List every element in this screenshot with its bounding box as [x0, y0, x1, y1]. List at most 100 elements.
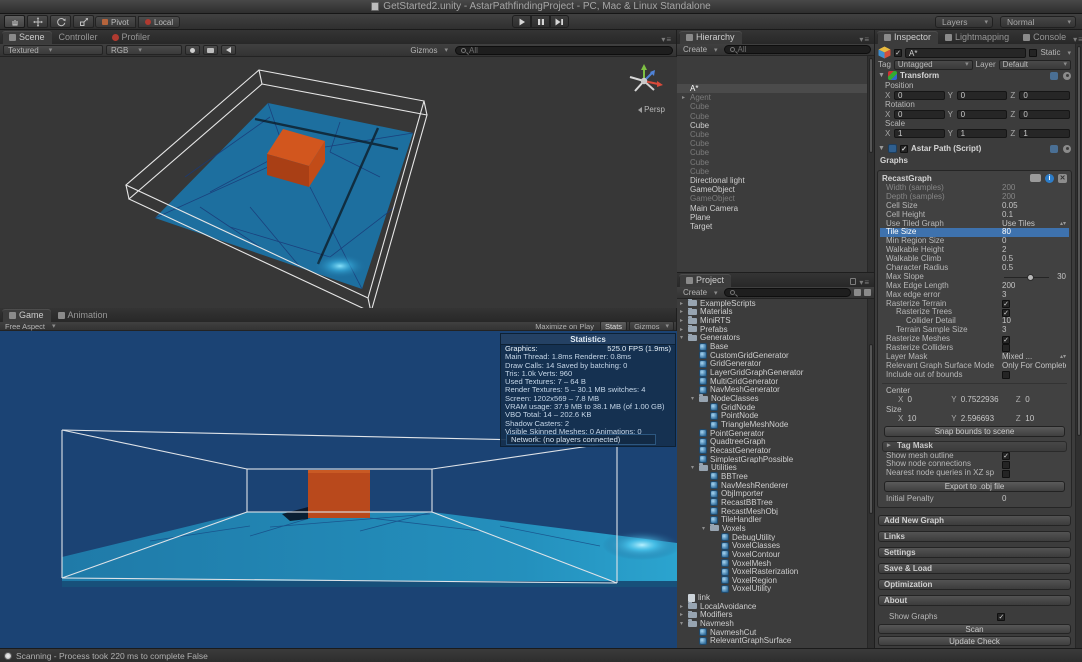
hierarchy-item-cube[interactable]: Cube	[677, 112, 867, 121]
scrollbar-thumb[interactable]	[869, 58, 873, 153]
scale-z-field[interactable]: 1	[1019, 129, 1070, 138]
project-item-gridgenerator[interactable]: GridGenerator	[677, 360, 867, 369]
checkbox[interactable]: ✓	[1002, 300, 1010, 308]
hierarchy-item-cube[interactable]: Cube	[677, 148, 867, 157]
checkbox[interactable]: ✓	[1002, 452, 1010, 460]
field-layer-mask[interactable]: Layer MaskMixed ...▴▾	[880, 353, 1069, 362]
checkbox[interactable]	[1002, 344, 1010, 352]
hierarchy-item-cube[interactable]: Cube	[677, 167, 867, 176]
project-item-minirts[interactable]: ▸MiniRTS	[677, 316, 867, 325]
projection-mode-label[interactable]: Persp	[638, 105, 665, 114]
field-collider-detail[interactable]: Collider Detail10	[880, 317, 1069, 326]
tab-inspector[interactable]: Inspector	[877, 31, 938, 44]
scale-y-field[interactable]: 1	[957, 129, 1008, 138]
foldout-icon[interactable]: ▼	[878, 145, 885, 152]
field-cell-height[interactable]: Cell Height0.1	[880, 211, 1069, 220]
field-rasterize-trees[interactable]: Rasterize Trees✓	[880, 308, 1069, 317]
project-item-voxelrasterization[interactable]: VoxelRasterization	[677, 567, 867, 576]
folder-expand-icon[interactable]: ▸	[680, 611, 688, 618]
tab-console[interactable]: Console	[1016, 31, 1073, 44]
size-x-field[interactable]: 10	[908, 414, 952, 423]
project-item-multigridgenerator[interactable]: MultiGridGenerator	[677, 377, 867, 386]
graph-delete-icon[interactable]: ✕	[1058, 174, 1067, 183]
size-y-field[interactable]: 2.596693	[961, 414, 1016, 423]
hierarchy-item-directional-light[interactable]: Directional light	[677, 176, 867, 185]
field-cell-size[interactable]: Cell Size0.05	[880, 202, 1069, 211]
search-by-label-icon[interactable]	[864, 289, 871, 296]
scene-search-input[interactable]: All	[455, 46, 673, 55]
shading-mode-dropdown[interactable]: Textured ▾	[3, 45, 103, 55]
tab-hierarchy[interactable]: Hierarchy	[679, 31, 742, 44]
folder-expand-icon[interactable]: ▾	[680, 334, 688, 341]
project-item-materials[interactable]: ▸Materials	[677, 308, 867, 317]
tab-game[interactable]: Game	[2, 309, 51, 322]
foldout-icon[interactable]: ▼	[878, 72, 885, 79]
expand-arrow-icon[interactable]: ▸	[682, 94, 690, 101]
project-item-voxelclasses[interactable]: VoxelClasses	[677, 541, 867, 550]
folder-expand-icon[interactable]: ▸	[680, 317, 688, 324]
project-item-trianglemeshnode[interactable]: TriangleMeshNode	[677, 420, 867, 429]
rotation-y-field[interactable]: 0	[957, 110, 1008, 119]
scene-skybox-toggle[interactable]	[203, 45, 218, 55]
project-item-examplescripts[interactable]: ▸ExampleScripts	[677, 299, 867, 308]
toggle-show-mesh-outline[interactable]: Show mesh outline✓	[880, 452, 1069, 461]
rotation-x-field[interactable]: 0	[894, 110, 945, 119]
status-bar[interactable]: Scanning - Process took 220 ms to comple…	[0, 648, 1082, 662]
project-item-navmesh[interactable]: ▾Navmesh	[677, 619, 867, 628]
checkbox[interactable]: ✓	[1002, 309, 1010, 317]
project-item-base[interactable]: Base	[677, 342, 867, 351]
hierarchy-scrollbar[interactable]	[867, 56, 874, 272]
game-viewport[interactable]: Statistics Graphics: 525.0 FPS (1.9ms) M…	[0, 331, 677, 648]
project-item-voxelmesh[interactable]: VoxelMesh	[677, 559, 867, 568]
tab-controller[interactable]: Controller	[52, 31, 105, 44]
hierarchy-item-cube[interactable]: Cube	[677, 102, 867, 111]
field-rasterize-terrain[interactable]: Rasterize Terrain✓	[880, 300, 1069, 309]
toggle-show-node-connections[interactable]: Show node connections	[880, 460, 1069, 469]
layer-dropdown[interactable]: Default ▾	[999, 60, 1071, 70]
field-walkable-height[interactable]: Walkable Height2	[880, 246, 1069, 255]
field-max-edge-error[interactable]: Max edge error3	[880, 291, 1069, 300]
project-create-button[interactable]: Create ▾	[680, 288, 721, 297]
project-item-layergridgraphgenerator[interactable]: LayerGridGraphGenerator	[677, 368, 867, 377]
tab-lightmapping[interactable]: Lightmapping	[938, 31, 1016, 44]
checkbox[interactable]	[1002, 371, 1010, 379]
field-max-slope[interactable]: Max Slope30	[880, 273, 1069, 282]
play-button[interactable]	[512, 15, 531, 28]
tag-dropdown[interactable]: Untagged ▾	[894, 60, 973, 70]
folder-expand-icon[interactable]: ▾	[691, 464, 699, 471]
pause-button[interactable]	[531, 15, 550, 28]
position-y-field[interactable]: 0	[957, 91, 1008, 100]
scan-button[interactable]: Scan	[878, 624, 1071, 634]
inspector-scrollbar[interactable]	[1075, 44, 1082, 648]
export-obj-button[interactable]: Export to .obj file	[884, 481, 1065, 492]
hierarchy-item-cube[interactable]: Cube	[677, 130, 867, 139]
hierarchy-item-plane[interactable]: Plane	[677, 213, 867, 222]
size-z-field[interactable]: 10	[1025, 414, 1069, 423]
folder-expand-icon[interactable]: ▸	[680, 300, 688, 307]
project-item-generators[interactable]: ▾Generators	[677, 334, 867, 343]
field-min-region-size[interactable]: Min Region Size0	[880, 237, 1069, 246]
tab-project[interactable]: Project	[679, 274, 731, 287]
project-item-navmeshcut[interactable]: NavmeshCut	[677, 628, 867, 637]
hierarchy-item-cube[interactable]: Cube	[677, 158, 867, 167]
move-tool-button[interactable]	[27, 15, 48, 28]
section-settings[interactable]: Settings	[878, 547, 1071, 558]
help-book-icon[interactable]	[1050, 72, 1058, 80]
section-optimization[interactable]: Optimization	[878, 579, 1071, 590]
active-checkbox[interactable]: ✓	[894, 49, 902, 57]
folder-expand-icon[interactable]: ▾	[691, 395, 699, 402]
dropdown-caret-icon[interactable]: ▴▾	[1060, 220, 1066, 229]
hierarchy-create-button[interactable]: Create ▾	[680, 45, 721, 54]
project-item-customgridgenerator[interactable]: CustomGridGenerator	[677, 351, 867, 360]
project-item-recastmeshobj[interactable]: RecastMeshObj	[677, 507, 867, 516]
center-z-field[interactable]: 0	[1025, 395, 1069, 404]
render-channel-dropdown[interactable]: RGB ▾	[106, 45, 182, 55]
hand-tool-button[interactable]	[4, 15, 25, 28]
folder-expand-icon[interactable]: ▾	[680, 620, 688, 627]
scale-tool-button[interactable]	[73, 15, 94, 28]
graph-info-icon[interactable]: i	[1045, 174, 1054, 183]
project-scrollbar[interactable]	[867, 299, 874, 648]
scrollbar-thumb[interactable]	[869, 344, 873, 514]
project-item-pointgenerator[interactable]: PointGenerator	[677, 429, 867, 438]
section-links[interactable]: Links	[878, 531, 1071, 542]
